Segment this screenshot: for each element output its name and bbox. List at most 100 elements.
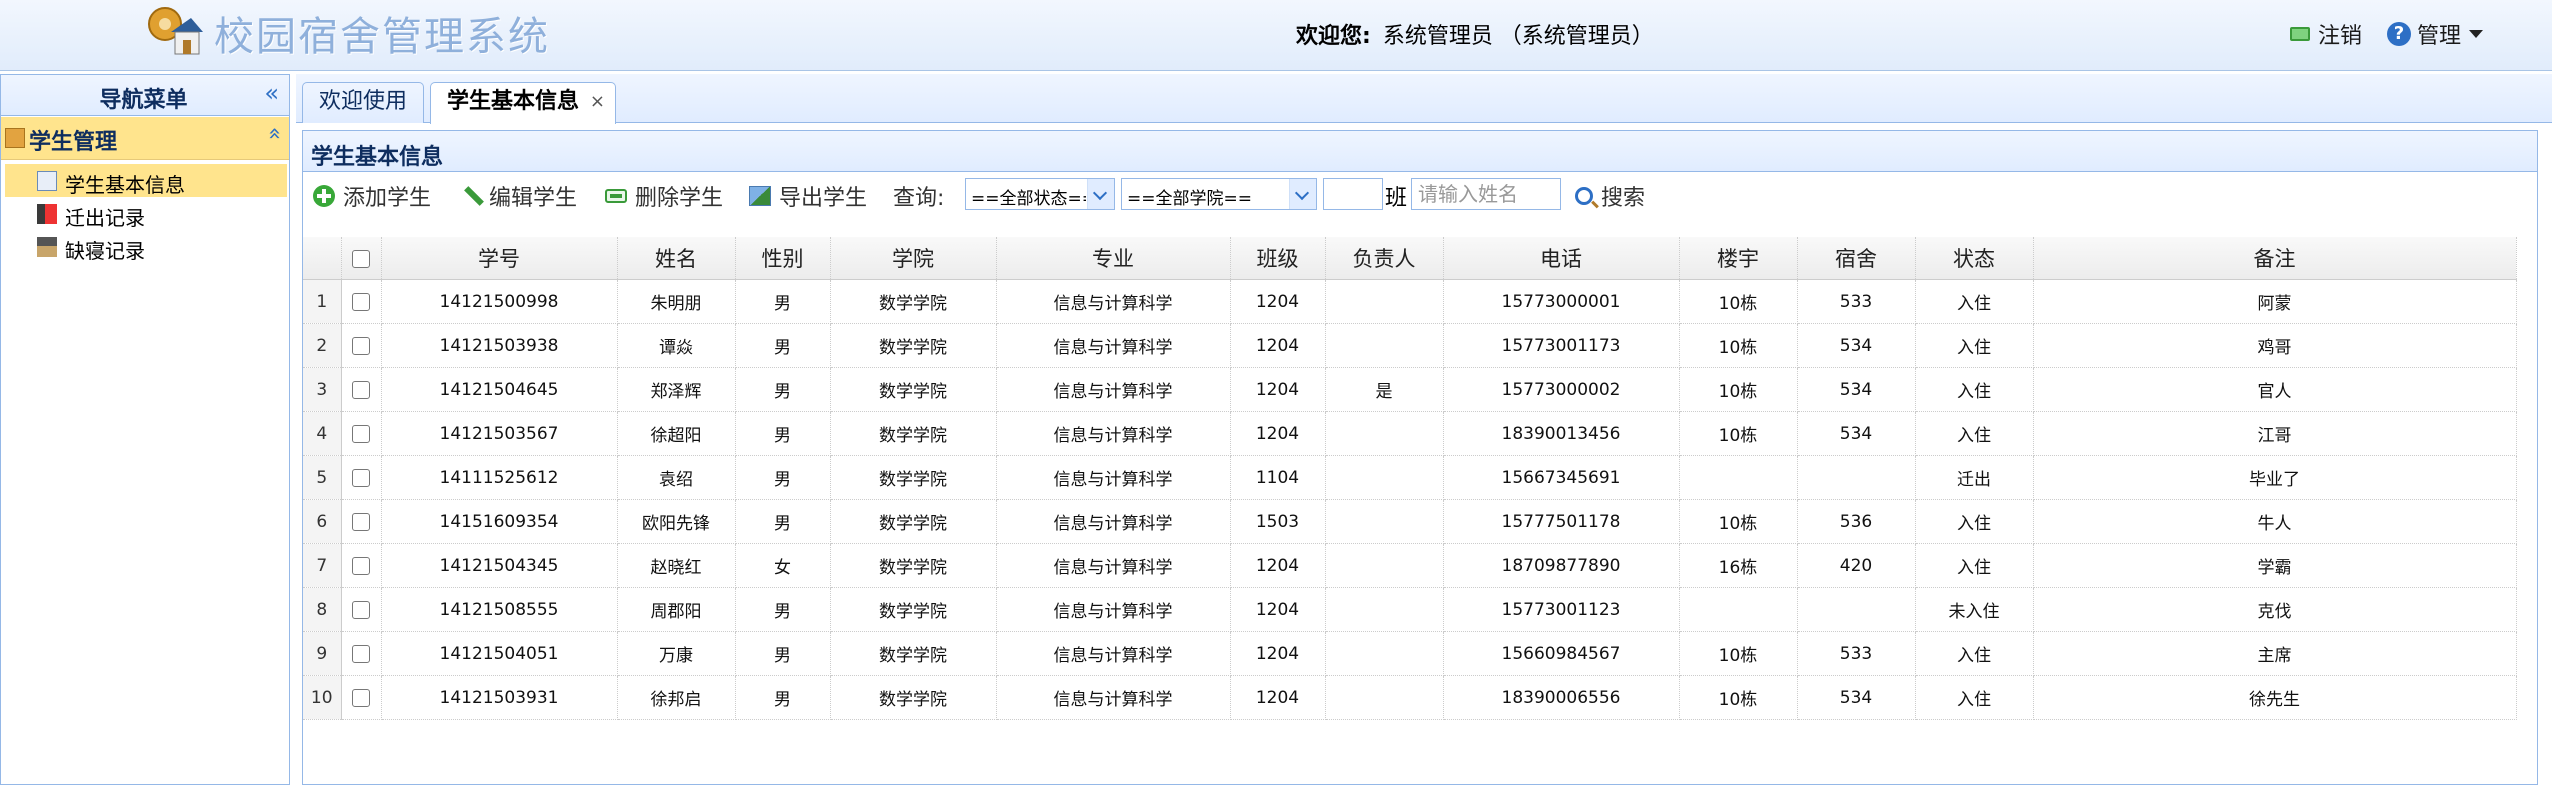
- cell-remark: 官人: [2033, 367, 2517, 412]
- chevron-down-icon[interactable]: [1087, 179, 1114, 209]
- row-checkbox[interactable]: [352, 292, 370, 311]
- collapse-group-icon[interactable]: «: [262, 127, 287, 140]
- class-label: 班: [1385, 186, 1408, 211]
- row-checkbox[interactable]: [352, 512, 370, 531]
- cell-name: 郑泽辉: [617, 367, 736, 412]
- add-icon: [313, 185, 335, 207]
- cell-gender: 男: [735, 323, 831, 368]
- cell-room: 534: [1797, 367, 1916, 412]
- table-row[interactable]: 4 14121503567 徐超阳男数学学院 信息与计算科学 1204 183900134…: [303, 411, 2517, 456]
- logout-label: 注销: [2318, 24, 2363, 49]
- tab-student-info[interactable]: 学生基本信息 ×: [430, 82, 617, 124]
- select-all-checkbox[interactable]: [352, 250, 370, 268]
- export-student-button[interactable]: 导出学生: [749, 180, 867, 212]
- cell-college: 数学学院: [830, 455, 997, 500]
- table-row[interactable]: 2 14121503938 谭焱男数学学院 信息与计算科学 1204 1577300117…: [303, 323, 2517, 368]
- row-checkbox[interactable]: [352, 468, 370, 487]
- cell-name: 谭焱: [617, 323, 736, 368]
- cell-cls: 1104: [1230, 455, 1326, 500]
- cell-room: [1797, 455, 1916, 500]
- cell-phone: 15773000001: [1443, 279, 1680, 324]
- tab-welcome[interactable]: 欢迎使用: [302, 82, 425, 123]
- row-checkbox[interactable]: [352, 644, 370, 663]
- column-header-gender[interactable]: 性别: [735, 237, 831, 280]
- row-checkbox[interactable]: [352, 600, 370, 619]
- collapse-sidebar-icon[interactable]: «: [264, 79, 279, 107]
- cell-status: 入住: [1915, 411, 2034, 456]
- info-icon: [37, 171, 57, 191]
- cell-gender: 男: [735, 499, 831, 544]
- column-header-building[interactable]: 楼宇: [1679, 237, 1798, 280]
- cell-building: 10栋: [1679, 367, 1798, 412]
- table-row[interactable]: 6 14151609354 欧阳先锋男数学学院 信息与计算科学 1503 15777501…: [303, 499, 2517, 544]
- row-select-cell: [341, 279, 382, 324]
- cell-status: 入住: [1915, 499, 2034, 544]
- column-header-status[interactable]: 状态: [1915, 237, 2034, 280]
- column-header-name[interactable]: 姓名: [617, 237, 736, 280]
- sidebar-item-absence-records[interactable]: 缺寝记录: [5, 230, 287, 263]
- cell-room: [1797, 587, 1916, 632]
- column-header-college[interactable]: 学院: [830, 237, 997, 280]
- cell-remark: 牛人: [2033, 499, 2517, 544]
- cell-room: 534: [1797, 411, 1916, 456]
- column-header-remark[interactable]: 备注: [2033, 237, 2517, 280]
- column-header-major[interactable]: 专业: [996, 237, 1231, 280]
- chevron-down-icon[interactable]: [1289, 179, 1316, 209]
- row-checkbox[interactable]: [352, 424, 370, 443]
- add-student-button[interactable]: 添加学生: [313, 180, 431, 212]
- cell-leader: [1325, 543, 1444, 588]
- name-search-input[interactable]: [1411, 178, 1561, 210]
- delete-student-button[interactable]: 删除学生: [605, 180, 723, 212]
- nav-group-student-management[interactable]: 学生管理 «: [1, 117, 289, 160]
- table-row[interactable]: 10 14121503931 徐邦启男数学学院 信息与计算科学 1204 18390006…: [303, 675, 2517, 720]
- cell-cls: 1204: [1230, 279, 1326, 324]
- column-header-leader[interactable]: 负责人: [1325, 237, 1444, 280]
- cell-cls: 1204: [1230, 543, 1326, 588]
- cell-cls: 1204: [1230, 323, 1326, 368]
- cell-name: 欧阳先锋: [617, 499, 736, 544]
- table-row[interactable]: 9 14121504051 万康男数学学院 信息与计算科学 1204 1566098456…: [303, 631, 2517, 676]
- column-header-room[interactable]: 宿舍: [1797, 237, 1916, 280]
- column-header-phone[interactable]: 电话: [1443, 237, 1680, 280]
- sidebar-item-move-out-records[interactable]: 迁出记录: [5, 197, 287, 230]
- table-row[interactable]: 3 14121504645 郑泽辉男数学学院 信息与计算科学 1204 是 15773000…: [303, 367, 2517, 412]
- edit-student-button[interactable]: 编辑学生: [463, 180, 577, 212]
- column-header-class[interactable]: 班级: [1230, 237, 1326, 280]
- cell-gender: 男: [735, 675, 831, 720]
- table-row[interactable]: 8 14121508555 周郡阳男数学学院 信息与计算科学 1204 157730011…: [303, 587, 2517, 632]
- table-row[interactable]: 5 14111525612 袁绍男数学学院 信息与计算科学 1104 1566734569…: [303, 455, 2517, 500]
- panel-title: 学生基本信息: [311, 145, 444, 170]
- row-checkbox[interactable]: [352, 688, 370, 707]
- cell-college: 数学学院: [830, 279, 997, 324]
- row-checkbox[interactable]: [352, 336, 370, 355]
- logout-button[interactable]: 注销: [2290, 18, 2362, 50]
- cell-id: 14121504051: [381, 631, 618, 676]
- cell-remark: 徐先生: [2033, 675, 2517, 720]
- delete-student-label: 删除学生: [635, 186, 724, 211]
- cell-phone: 18390006556: [1443, 675, 1680, 720]
- cell-college: 数学学院: [830, 543, 997, 588]
- status-filter-select[interactable]: ==全部状态==: [965, 178, 1115, 210]
- cell-phone: 15773001123: [1443, 587, 1680, 632]
- search-button[interactable]: 搜索: [1575, 180, 1645, 212]
- row-checkbox[interactable]: [352, 556, 370, 575]
- cell-cls: 1204: [1230, 411, 1326, 456]
- export-student-label: 导出学生: [779, 186, 868, 211]
- admin-menu-button[interactable]: ? 管理: [2387, 18, 2484, 50]
- row-checkbox[interactable]: [352, 380, 370, 399]
- table-row[interactable]: 7 14121504345 赵晓红女数学学院 信息与计算科学 1204 187098778…: [303, 543, 2517, 588]
- close-tab-icon[interactable]: ×: [590, 83, 605, 121]
- cell-status: 迁出: [1915, 455, 2034, 500]
- row-select-cell: [341, 455, 382, 500]
- column-header-id[interactable]: 学号: [381, 237, 618, 280]
- cell-major: 信息与计算科学: [996, 587, 1231, 632]
- row-select-cell: [341, 323, 382, 368]
- cell-leader: [1325, 279, 1444, 324]
- sidebar-item-student-info[interactable]: 学生基本信息: [5, 164, 287, 197]
- table-row[interactable]: 1 14121500998 朱明朋男数学学院 信息与计算科学 1204 157730000…: [303, 279, 2517, 324]
- cell-status: 未入住: [1915, 587, 2034, 632]
- college-filter-select[interactable]: ==全部学院==: [1121, 178, 1317, 210]
- cell-building: 10栋: [1679, 499, 1798, 544]
- cell-room: 536: [1797, 499, 1916, 544]
- class-filter-input[interactable]: [1323, 178, 1383, 210]
